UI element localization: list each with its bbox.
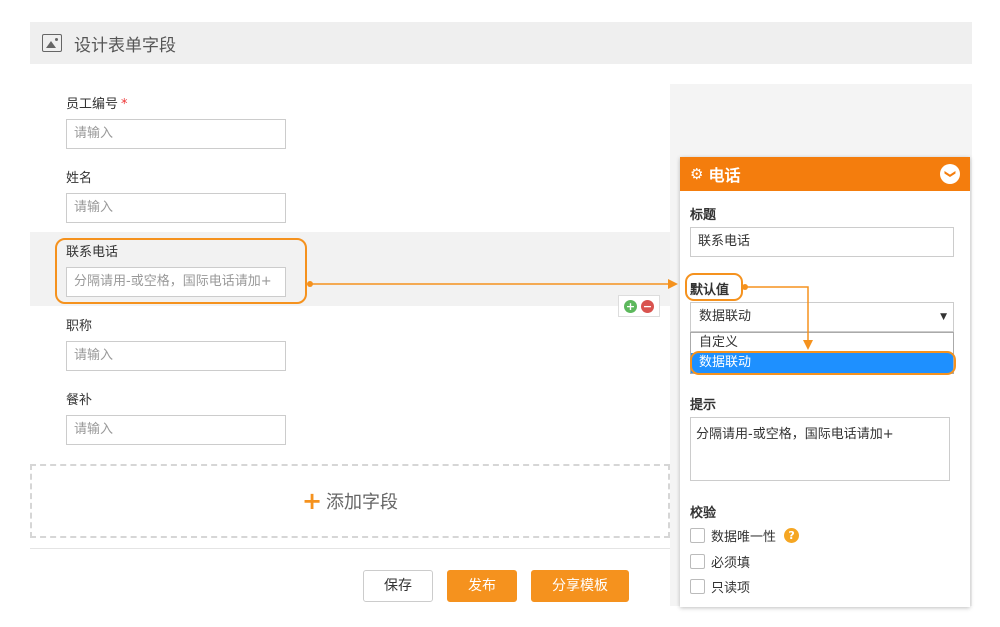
arrow-to-option — [745, 286, 813, 350]
annotation-arrows — [307, 279, 813, 350]
